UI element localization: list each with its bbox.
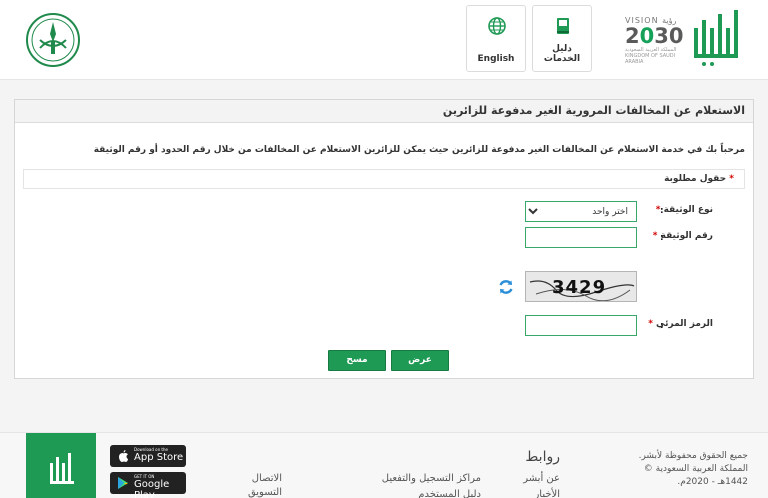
links-heading: روابط [525,449,560,465]
link-about-absher[interactable]: عن أبشر [523,473,560,484]
google-play-icon [118,477,128,489]
link-user-guide[interactable]: دليل المستخدم [418,489,481,498]
captcha-image: 3429 [525,271,637,302]
colon: : [660,321,664,331]
clear-button[interactable]: مسح [328,350,386,371]
services-guide-label: دليل الخدمات [543,44,581,64]
google-play-badge[interactable]: GET IT ON Google Play [110,472,186,498]
document-type-label: نوع الوثيقة * [655,205,713,215]
link-news[interactable]: الأخبار [534,489,560,498]
book-icon [557,18,569,34]
copyright-line-3: 1442هـ - 2020م. [677,477,748,487]
document-type-select[interactable]: اختر واحد [525,201,637,222]
english-language-button[interactable]: English [466,5,526,72]
inquiry-panel: الاستعلام عن المخالفات المرورية الغير مد… [14,99,754,379]
footer-absher-logo [26,433,96,498]
panel-title: الاستعلام عن المخالفات المرورية الغير مد… [15,100,753,123]
app-store-badge[interactable]: Download on the App Store [110,445,186,467]
colon: : [660,233,664,243]
refresh-icon[interactable] [497,278,515,296]
site-header: English دليل الخدمات VISION رؤية 2030 ال… [0,0,768,80]
intro-text: مرحباً بك في خدمة الاستعلام عن المخالفات… [93,145,745,155]
absher-logo-icon [694,10,738,66]
colon: : [660,206,664,216]
captcha-label: الرمز المرئي * [648,319,713,329]
document-number-input[interactable] [525,227,637,248]
services-guide-button[interactable]: دليل الخدمات [532,5,592,72]
english-label: English [477,54,515,64]
copyright-line-1: جميع الحقوق محفوظة لأبشر. [638,451,748,461]
required-fields-note: * حقول مطلوبة [23,169,745,189]
captcha-input[interactable] [525,315,637,336]
link-contact[interactable]: الاتصال [252,473,282,484]
link-marketing[interactable]: التسويق [248,487,282,498]
copyright-line-2: المملكة العربية السعودية © [643,464,748,474]
apple-icon [119,450,128,462]
absher-logo-icon [50,453,74,484]
vision-2030-logo: VISION رؤية 2030 المملكة العربية السعودي… [625,16,684,65]
submit-button[interactable]: عرض [391,350,449,371]
link-registration-centers[interactable]: مراكز التسجيل والتفعيل [382,473,481,484]
site-footer: Download on the App Store GET IT ON Goog… [0,432,768,498]
globe-icon [488,17,506,35]
captcha-code: 3429 [552,277,607,298]
saudi-emblem-icon [26,13,80,67]
